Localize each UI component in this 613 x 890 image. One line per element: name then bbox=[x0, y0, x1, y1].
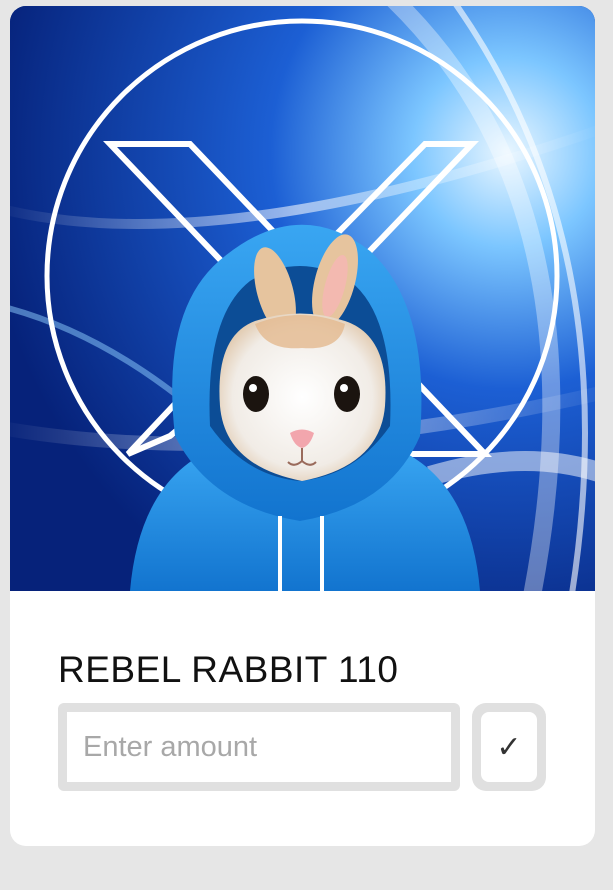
check-icon: ✓ bbox=[481, 712, 537, 782]
nft-artwork-image[interactable] bbox=[10, 6, 595, 591]
confirm-button[interactable]: ✓ bbox=[472, 703, 546, 791]
rabbit-hoodie-artwork bbox=[10, 6, 595, 591]
amount-input[interactable] bbox=[67, 712, 451, 782]
amount-field bbox=[58, 703, 460, 791]
nft-card: REBEL RABBIT 110 ✓ bbox=[10, 6, 595, 846]
nft-title: REBEL RABBIT 110 bbox=[58, 649, 399, 690]
